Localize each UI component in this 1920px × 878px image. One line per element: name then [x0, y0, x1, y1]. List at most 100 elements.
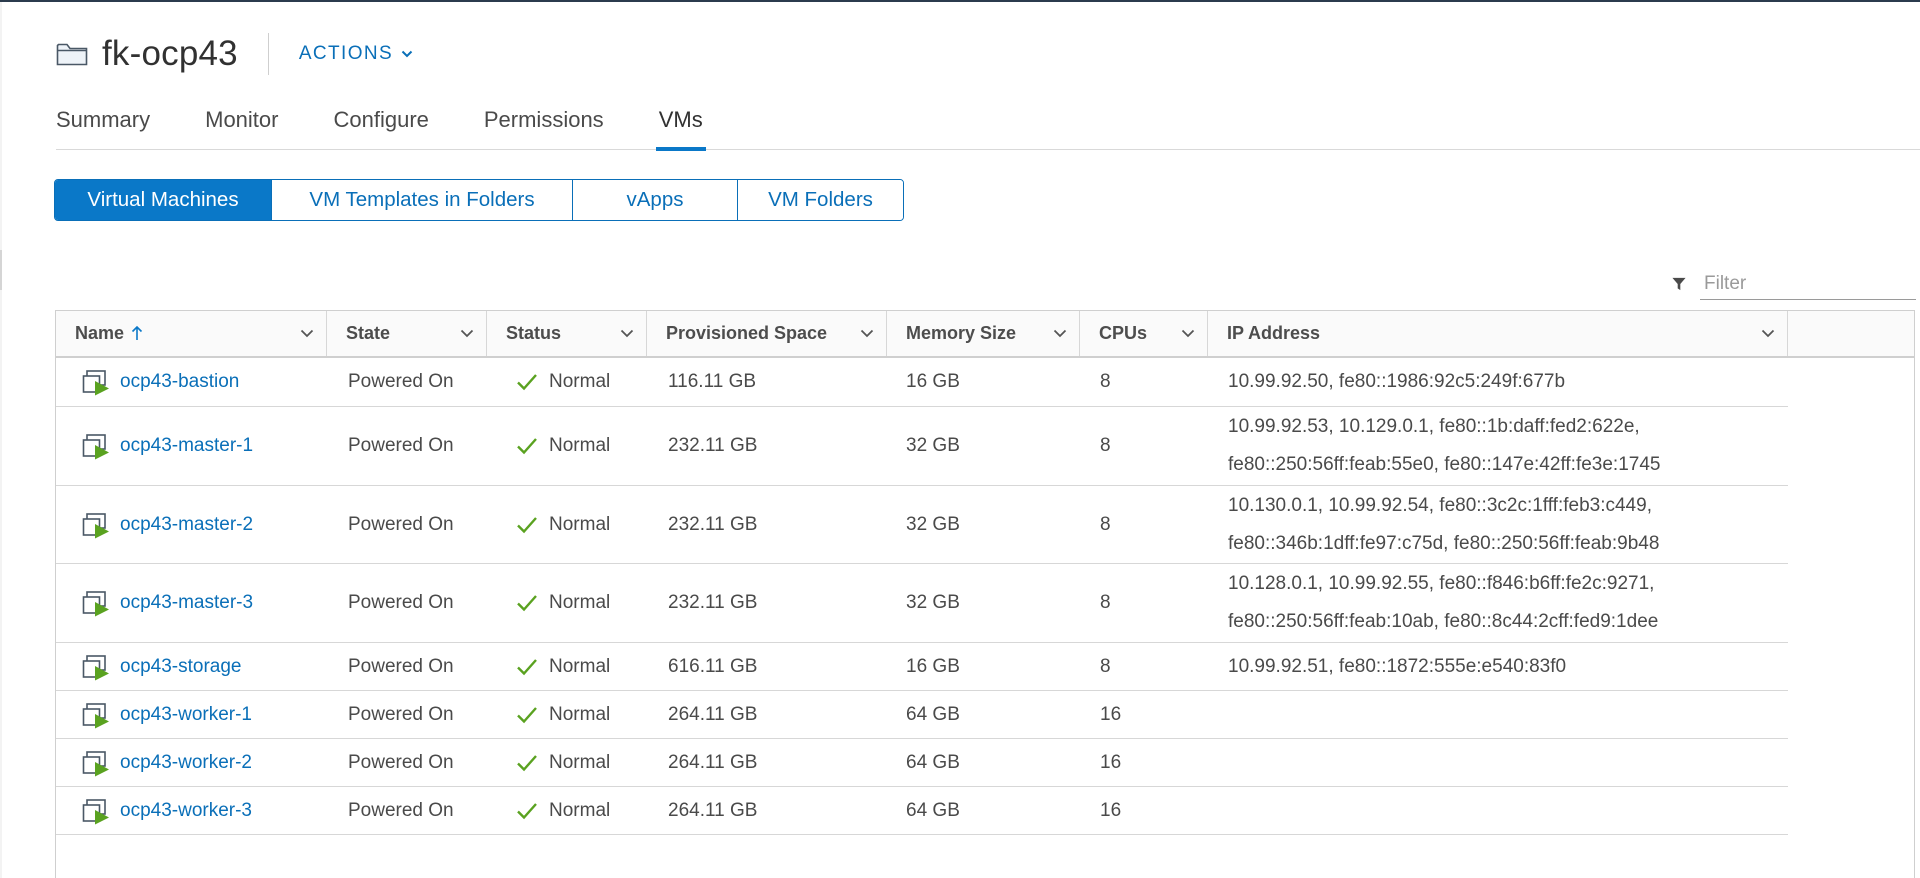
vm-memory-size: 16 GB — [906, 655, 960, 677]
segment-vapps[interactable]: vApps — [573, 180, 738, 220]
column-menu-chevron-icon[interactable] — [1053, 329, 1067, 338]
vm-name-link[interactable]: ocp43-worker-2 — [82, 739, 252, 786]
vm-state: Powered On — [348, 751, 454, 773]
vm-status-label: Normal — [549, 513, 611, 535]
table-row[interactable]: ocp43-bastion Powered On Normal 116.11 G… — [56, 358, 1788, 407]
vm-status: Normal — [516, 407, 610, 485]
navigator-resize-handle[interactable] — [0, 250, 2, 290]
vm-name-link[interactable]: ocp43-master-1 — [82, 407, 253, 485]
vm-status: Normal — [516, 564, 610, 642]
vm-name-link[interactable]: ocp43-bastion — [82, 358, 239, 406]
page-title: fk-ocp43 — [102, 34, 238, 73]
column-header-ip-address[interactable]: IP Address — [1208, 311, 1788, 356]
check-icon — [517, 802, 537, 819]
table-row[interactable]: ocp43-storage Powered On Normal 616.11 G… — [56, 643, 1788, 691]
vm-name-link[interactable]: ocp43-master-3 — [82, 564, 253, 642]
segment-virtual-machines[interactable]: Virtual Machines — [55, 180, 272, 220]
vm-powered-on-icon — [82, 591, 109, 617]
vm-memory-size: 16 GB — [906, 371, 960, 392]
object-header: fk-ocp43 ACTIONS — [56, 30, 413, 78]
sort-ascending-icon — [131, 325, 143, 340]
vm-type-segmented-control: Virtual Machines VM Templates in Folders… — [54, 179, 904, 221]
actions-menu-button[interactable]: ACTIONS — [299, 43, 413, 65]
column-menu-chevron-icon[interactable] — [1761, 329, 1775, 338]
vm-status-label: Normal — [549, 435, 611, 456]
vm-memory-size: 32 GB — [906, 435, 960, 456]
table-row[interactable]: ocp43-master-1 Powered On Normal 232.11 … — [56, 407, 1788, 486]
vm-name-link[interactable]: ocp43-master-2 — [82, 486, 253, 563]
vm-name: ocp43-worker-2 — [120, 751, 252, 773]
check-icon — [517, 438, 537, 455]
vm-state: Powered On — [348, 435, 454, 456]
column-header-memory-size[interactable]: Memory Size — [887, 311, 1080, 356]
chevron-down-icon — [401, 50, 413, 58]
navigator-edge — [0, 2, 2, 878]
column-header-name[interactable]: Name — [56, 311, 327, 356]
vm-state: Powered On — [348, 371, 454, 392]
tab-permissions[interactable]: Permissions — [484, 100, 604, 150]
vm-state: Powered On — [348, 703, 454, 725]
vm-provisioned-space: 232.11 GB — [668, 435, 758, 456]
vm-cpus: 8 — [1100, 655, 1111, 677]
ip-line-1: 10.99.92.51, fe80::1872:555e:e540:83f0 — [1228, 655, 1567, 677]
column-header-cpus[interactable]: CPUs — [1080, 311, 1208, 356]
vm-name: ocp43-worker-3 — [120, 799, 252, 821]
vm-name: ocp43-bastion — [120, 371, 240, 392]
ip-line-1: 10.99.92.50, fe80::1986:92c5:249f:677b — [1228, 371, 1566, 392]
vm-powered-on-icon — [82, 654, 109, 680]
check-icon — [517, 706, 537, 723]
table-row[interactable]: ocp43-master-2 Powered On Normal 232.11 … — [56, 486, 1788, 564]
vm-name: ocp43-master-2 — [120, 513, 254, 535]
filter-box — [1672, 268, 1916, 300]
vm-name-link[interactable]: ocp43-worker-3 — [82, 787, 252, 834]
folder-icon — [56, 43, 88, 66]
column-menu-chevron-icon[interactable] — [860, 329, 874, 338]
vm-state: Powered On — [348, 513, 454, 535]
tab-summary[interactable]: Summary — [56, 100, 150, 150]
column-label: Status — [506, 323, 562, 343]
vm-ip-address: 10.99.92.51, fe80::1872:555e:e540:83f0 — [1228, 643, 1566, 690]
vm-provisioned-space: 264.11 GB — [668, 799, 758, 821]
check-icon — [517, 658, 537, 675]
tab-monitor[interactable]: Monitor — [205, 100, 278, 150]
vm-state: Powered On — [348, 655, 454, 677]
vm-powered-on-icon — [82, 798, 109, 824]
segment-vm-folders[interactable]: VM Folders — [738, 180, 903, 220]
vm-memory-size: 64 GB — [906, 751, 960, 773]
table-row[interactable]: ocp43-master-3 Powered On Normal 232.11 … — [56, 564, 1788, 643]
vm-name: ocp43-worker-1 — [120, 703, 252, 725]
vm-cpus: 8 — [1100, 513, 1111, 535]
vm-status-label: Normal — [549, 799, 611, 821]
vm-status-label: Normal — [549, 703, 611, 725]
vm-cpus: 16 — [1100, 751, 1122, 773]
table-row[interactable]: ocp43-worker-1 Powered On Normal 264.11 … — [56, 691, 1788, 739]
check-icon — [517, 595, 537, 612]
filter-input[interactable] — [1700, 268, 1916, 300]
column-header-status[interactable]: Status — [487, 311, 647, 356]
vm-ip-address: 10.128.0.1, 10.99.92.55, fe80::f846:b6ff… — [1228, 564, 1658, 642]
column-header-provisioned-space[interactable]: Provisioned Space — [647, 311, 887, 356]
column-menu-chevron-icon[interactable] — [460, 329, 474, 338]
vm-memory-size: 32 GB — [906, 513, 960, 535]
table-row[interactable]: ocp43-worker-3 Powered On Normal 264.11 … — [56, 787, 1788, 835]
vm-memory-size: 64 GB — [906, 799, 960, 821]
vm-status: Normal — [516, 643, 610, 690]
vm-name: ocp43-master-3 — [120, 592, 254, 613]
column-header-state[interactable]: State — [327, 311, 487, 356]
table-row[interactable]: ocp43-worker-2 Powered On Normal 264.11 … — [56, 739, 1788, 787]
column-menu-chevron-icon[interactable] — [620, 329, 634, 338]
check-icon — [517, 374, 537, 391]
vm-powered-on-icon — [82, 702, 109, 728]
segment-vm-templates[interactable]: VM Templates in Folders — [272, 180, 573, 220]
column-menu-chevron-icon[interactable] — [1181, 329, 1195, 338]
vm-cpus: 8 — [1100, 371, 1111, 392]
object-tabs: Summary Monitor Configure Permissions VM… — [56, 100, 1920, 151]
actions-label: ACTIONS — [298, 43, 394, 64]
vm-status: Normal — [516, 691, 610, 738]
column-menu-chevron-icon[interactable] — [300, 329, 314, 338]
vm-name-link[interactable]: ocp43-storage — [82, 643, 241, 690]
tab-vms[interactable]: VMs — [655, 100, 706, 151]
vm-provisioned-space: 264.11 GB — [668, 703, 758, 725]
tab-configure[interactable]: Configure — [333, 100, 428, 150]
vm-name-link[interactable]: ocp43-worker-1 — [82, 691, 252, 738]
